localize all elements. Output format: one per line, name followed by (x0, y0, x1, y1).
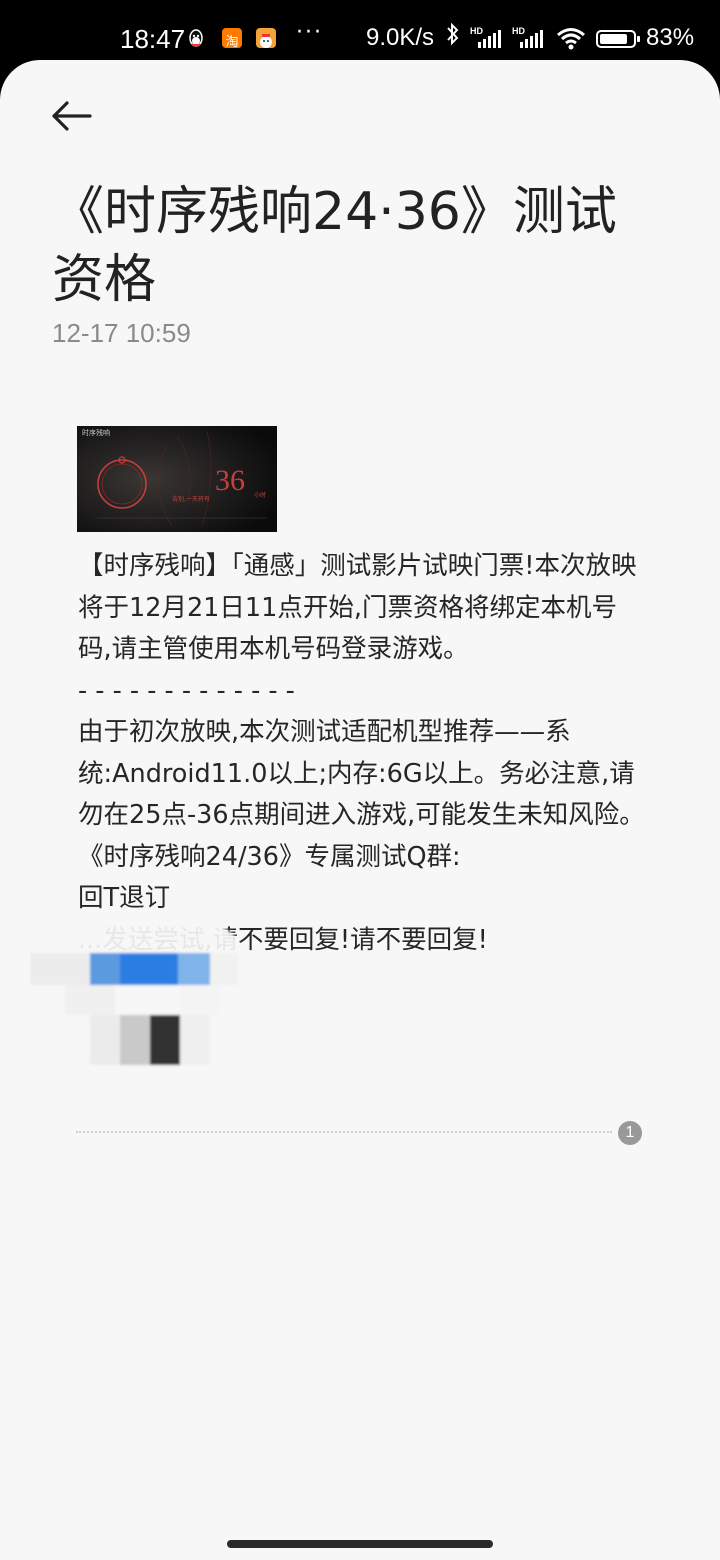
signal-sim2-icon: HD (512, 26, 544, 48)
banner-unit: 小时 (254, 492, 267, 499)
banner-tagline: 告别,一天将有 (172, 496, 210, 503)
arrow-left-icon (52, 101, 92, 131)
signal-sim1-icon: HD (470, 26, 502, 48)
message-detail-sheet: 《时序残响24·36》测试资格 12-17 10:59 时序残响 告别,一天将有… (0, 60, 720, 1560)
home-indicator[interactable] (227, 1540, 493, 1548)
divider (76, 1131, 612, 1133)
wifi-icon (556, 26, 586, 56)
bluetooth-icon (446, 22, 460, 52)
qq-icon (186, 28, 206, 48)
back-button[interactable] (48, 96, 100, 136)
more-notifications-icon: ··· (296, 20, 323, 45)
banner-logo: 时序残响 (82, 429, 110, 437)
app-icon (256, 28, 276, 48)
message-timestamp: 12-17 10:59 (52, 318, 191, 348)
page-number-badge: 1 (618, 1121, 642, 1145)
taobao-icon: 淘 (222, 28, 242, 50)
network-speed: 9.0K/s (366, 24, 435, 51)
hd-label: HD (470, 26, 483, 36)
message-title: 《时序残响24·36》测试资格 (52, 182, 617, 310)
banner-number: 36 (215, 464, 245, 497)
message-banner-image[interactable]: 时序残响 告别,一天将有 36 小时 (77, 426, 277, 532)
status-time: 18:47 (120, 24, 186, 54)
battery-icon (596, 30, 640, 48)
battery-percent: 83% (646, 24, 695, 51)
svg-text:淘: 淘 (225, 35, 238, 50)
hd-label: HD (512, 26, 525, 36)
message-body: 【时序残响】「通感」测试影片试映门票!本次放映将于12月21日11点开始,门票资… (78, 551, 645, 955)
